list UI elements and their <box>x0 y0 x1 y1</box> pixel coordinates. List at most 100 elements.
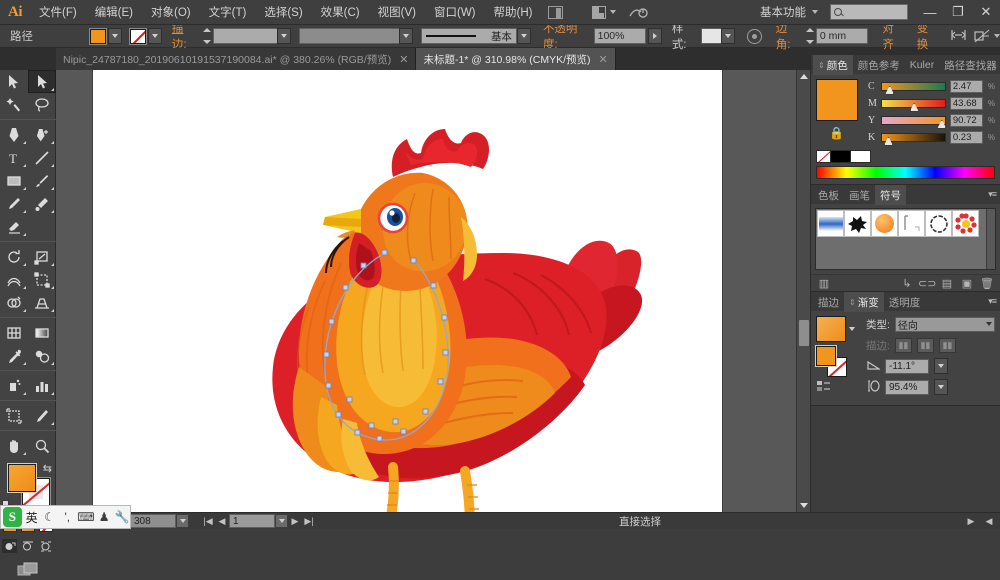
menu-edit[interactable]: 编辑(E) <box>86 0 142 24</box>
swap-fill-stroke-icon[interactable]: ⇆ <box>43 462 52 475</box>
stroke-profile-field[interactable]: 基本 <box>421 28 517 44</box>
slider-m-thumb[interactable] <box>910 103 919 112</box>
opacity-dropdown[interactable] <box>648 28 662 44</box>
break-link-icon[interactable]: ⊂⊃ <box>918 277 936 290</box>
stroke-weight-dropdown[interactable] <box>277 28 291 44</box>
slider-y[interactable]: Y 90.72 % <box>868 113 995 127</box>
white-swatch[interactable] <box>851 150 871 163</box>
gradient-angle-dropdown[interactable] <box>934 358 948 374</box>
stroke-variable-field[interactable] <box>299 28 399 44</box>
paintbrush-tool[interactable] <box>28 169 56 192</box>
ime-toolbox-icon[interactable]: ♟ <box>96 510 112 524</box>
perspective-grid-tool[interactable] <box>28 291 56 314</box>
tab-color[interactable]: ⇕ 颜色 <box>813 55 853 75</box>
symbols-scrollbar[interactable] <box>986 209 995 269</box>
ime-moon-icon[interactable]: ☾ <box>42 510 58 524</box>
gradient-fill-swatch[interactable] <box>816 346 836 366</box>
stroke-weight-combo[interactable] <box>213 28 291 44</box>
draw-normal-button[interactable] <box>2 539 17 553</box>
symbols-grid[interactable] <box>815 208 996 270</box>
tab-pathfinder[interactable]: 路径查找器 <box>939 55 1000 75</box>
rotate-tool[interactable] <box>0 245 28 268</box>
symbol-options-icon[interactable]: ▤ <box>938 277 956 290</box>
black-swatch[interactable] <box>831 150 851 163</box>
status-indicator[interactable]: 直接选择 <box>316 514 964 529</box>
ime-keyboard-icon[interactable]: ⌨ <box>77 510 94 524</box>
recolor-artwork-icon[interactable] <box>747 29 762 44</box>
menu-help[interactable]: 帮助(H) <box>485 0 542 24</box>
last-artboard-button[interactable]: ▶| <box>302 516 316 527</box>
isolate-selected-object-icon[interactable] <box>951 28 966 45</box>
slider-m-track[interactable] <box>881 99 946 108</box>
stroke-weight-field[interactable] <box>213 28 277 44</box>
stroke-profile-combo[interactable]: 基本 <box>421 28 531 44</box>
slider-k-track[interactable] <box>881 133 946 142</box>
reverse-gradient-icon[interactable] <box>816 380 860 395</box>
tab-color-guide[interactable]: 颜色参考 <box>853 55 905 75</box>
next-artboard-button[interactable]: ▶ <box>288 516 302 527</box>
search-input[interactable] <box>830 4 908 20</box>
tab-symbols[interactable]: 符号 <box>875 185 906 205</box>
menu-view[interactable]: 视图(V) <box>369 0 425 24</box>
artboard-number-dropdown[interactable] <box>275 514 288 528</box>
workspace-chevron-icon[interactable] <box>812 10 818 14</box>
fill-color-swatch[interactable] <box>8 464 36 492</box>
slider-y-thumb[interactable] <box>937 120 946 129</box>
gradient-angle-field[interactable]: -11.1° <box>885 359 929 374</box>
slider-c-thumb[interactable] <box>885 86 894 95</box>
canvas-area[interactable] <box>56 70 810 512</box>
screen-mode-button[interactable] <box>0 556 55 580</box>
pen-tool[interactable] <box>0 123 28 146</box>
draw-mode-icon[interactable] <box>974 29 1000 43</box>
chevron-down-icon[interactable] <box>610 10 616 14</box>
close-button[interactable]: ✕ <box>972 0 1000 25</box>
artboard-tool[interactable] <box>0 404 28 427</box>
stroke-profile-dropdown[interactable] <box>517 28 531 44</box>
arrange-documents-icon[interactable] <box>548 6 563 19</box>
slider-m[interactable]: M 43.68 % <box>868 96 995 110</box>
new-symbol-icon[interactable]: ▣ <box>958 277 976 290</box>
gradient-aspect-field[interactable]: 95.4% <box>885 380 929 395</box>
gradient-preview-swatch[interactable] <box>816 316 846 342</box>
symbol-flower[interactable] <box>952 210 979 237</box>
blend-tool[interactable] <box>28 344 56 367</box>
selection-tool[interactable] <box>0 70 28 93</box>
menu-type[interactable]: 文字(T) <box>200 0 256 24</box>
close-icon[interactable]: ✕ <box>598 53 607 66</box>
status-next-icon[interactable]: ▶ <box>964 516 978 527</box>
slider-k-value[interactable]: 0.23 <box>950 131 983 144</box>
eraser-tool[interactable] <box>0 215 28 238</box>
delete-symbol-icon[interactable]: 🗑 <box>978 277 996 290</box>
symbol-libraries-icon[interactable]: ▥ <box>815 277 833 290</box>
menu-effect[interactable]: 效果(C) <box>312 0 369 24</box>
scroll-down-icon[interactable] <box>800 503 808 508</box>
tab-transparency[interactable]: 透明度 <box>884 292 926 312</box>
scrollbar-thumb[interactable] <box>799 320 809 346</box>
direct-selection-tool[interactable] <box>28 70 56 93</box>
style-swatch[interactable] <box>701 28 721 44</box>
mesh-tool[interactable] <box>0 321 28 344</box>
document-tab-2[interactable]: 未标题-1* @ 310.98% (CMYK/预览) ✕ <box>416 48 615 70</box>
symbol-orange-circle[interactable] <box>871 210 898 237</box>
free-transform-tool[interactable] <box>28 268 56 291</box>
shape-builder-tool[interactable] <box>0 291 28 314</box>
artboard[interactable] <box>93 70 722 512</box>
slider-k[interactable]: K 0.23 % <box>868 130 995 144</box>
column-graph-tool[interactable] <box>28 374 56 397</box>
magic-wand-tool[interactable] <box>0 93 28 116</box>
ime-punctuation-icon[interactable]: ', <box>59 510 75 524</box>
width-tool[interactable] <box>0 268 28 291</box>
slider-c[interactable]: C 2.47 % <box>868 79 995 93</box>
panel-menu-icon[interactable]: ▾≡ <box>988 189 996 200</box>
zoom-level-dropdown[interactable] <box>176 514 189 528</box>
tab-gradient[interactable]: ⇕ 渐变 <box>844 292 884 312</box>
corner-field[interactable]: 0 mm <box>816 28 869 44</box>
slider-y-track[interactable] <box>881 116 946 125</box>
symbol-corner-mark[interactable] <box>898 210 925 237</box>
stroke-dropdown[interactable] <box>148 28 162 44</box>
color-spectrum-bar[interactable] <box>816 166 995 179</box>
canvas-vertical-scrollbar[interactable] <box>796 70 810 512</box>
symbol-sprayer-tool[interactable] <box>0 374 28 397</box>
slice-tool[interactable] <box>28 404 56 427</box>
rooster-illustration[interactable] <box>93 70 722 512</box>
